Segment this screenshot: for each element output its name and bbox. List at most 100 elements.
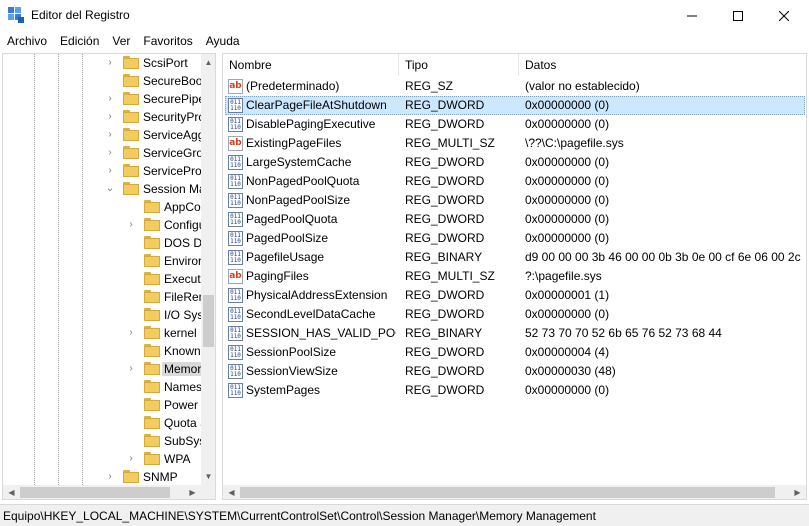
value-row[interactable]: 011 110 SessionViewSize REG_DWORD 0x00000030… <box>223 362 806 381</box>
tree-horizontal-scrollbar[interactable]: ◀ ▶ <box>3 485 201 499</box>
tree-item[interactable]: Power <box>3 396 201 414</box>
close-button[interactable] <box>761 0 807 31</box>
tree-item-label: SecureBoot <box>143 74 201 88</box>
scroll-left-icon[interactable]: ◀ <box>3 485 20 499</box>
tree-item[interactable]: Enviror <box>3 252 201 270</box>
value-data: 0x00000000 (0) <box>525 174 610 188</box>
tree-hscroll-thumb[interactable] <box>20 487 170 498</box>
value-row[interactable]: 011 110 ClearPageFileAtShutdown REG_DWORD 0x… <box>223 96 806 115</box>
value-row[interactable]: 011 110 PagedPoolSize REG_DWORD 0x00000000 (… <box>223 229 806 248</box>
values-list-pane[interactable]: Nombre Tipo Datos ab (Predeterminado) REG_… <box>222 53 807 500</box>
value-row[interactable]: 011 110 DisablePagingExecutive REG_DWORD 0x0… <box>223 115 806 134</box>
list-hscroll-thumb[interactable] <box>240 487 775 498</box>
maximize-button[interactable] <box>715 0 761 31</box>
binary-value-icon: 011 110 <box>228 117 243 132</box>
value-type: REG_DWORD <box>405 155 485 169</box>
value-row[interactable]: 011 110 PagefileUsage REG_BINARY d9 00 00 00… <box>223 248 806 267</box>
column-header-datos[interactable]: Datos <box>519 54 806 76</box>
scroll-right-icon[interactable]: ▶ <box>184 485 201 499</box>
chevron-right-icon <box>126 399 136 411</box>
chevron-right-icon[interactable]: › <box>105 129 115 141</box>
tree-item[interactable]: › SNMP <box>3 468 201 485</box>
tree-item[interactable]: Names <box>3 378 201 396</box>
column-header-nombre[interactable]: Nombre <box>223 54 399 76</box>
folder-icon <box>144 254 160 267</box>
value-type: REG_BINARY <box>405 326 483 340</box>
tree-item[interactable]: Quota S <box>3 414 201 432</box>
tree-item[interactable]: › ServiceGro <box>3 144 201 162</box>
chevron-right-icon[interactable]: › <box>105 147 115 159</box>
value-row[interactable]: 011 110 PagedPoolQuota REG_DWORD 0x00000000 … <box>223 210 806 229</box>
tree-item[interactable]: › SecurePipe <box>3 90 201 108</box>
tree-item[interactable]: AppCo <box>3 198 201 216</box>
value-data: 0x00000000 (0) <box>525 212 610 226</box>
chevron-right-icon[interactable]: › <box>105 165 115 177</box>
tree-item[interactable]: DOS De <box>3 234 201 252</box>
list-horizontal-scrollbar[interactable]: ◀ ▶ <box>223 485 806 499</box>
chevron-down-icon[interactable]: ⌄ <box>105 183 115 195</box>
registry-editor-icon <box>8 7 24 23</box>
folder-icon <box>123 92 139 105</box>
tree-item[interactable]: FileRen <box>3 288 201 306</box>
folder-icon <box>144 218 160 231</box>
value-name: LargeSystemCache <box>246 155 352 169</box>
tree-item[interactable]: › Configu <box>3 216 201 234</box>
binary-value-icon: 011 110 <box>228 345 243 360</box>
key-tree-pane[interactable]: › ScsiPort SecureBoot › SecurePipe › SecurityP… <box>2 53 216 500</box>
value-row[interactable]: ab (Predeterminado) REG_SZ (valor no establ… <box>223 77 806 96</box>
tree-vertical-scrollbar[interactable]: ▲ ▼ <box>201 54 215 485</box>
chevron-right-icon[interactable]: › <box>126 327 136 339</box>
status-bar: Equipo\HKEY_LOCAL_MACHINE\SYSTEM\Current… <box>0 504 809 526</box>
tree-item-label: FileRen <box>164 290 201 304</box>
chevron-right-icon[interactable]: › <box>126 453 136 465</box>
value-row[interactable]: 011110SESSION_HAS_VALID_POO... REG_BINARY… <box>223 324 806 343</box>
scroll-up-icon[interactable]: ▲ <box>201 54 215 71</box>
tree-item[interactable]: › Memor <box>3 360 201 378</box>
scroll-left-icon[interactable]: ◀ <box>223 485 240 499</box>
value-row[interactable]: ab ExistingPageFiles REG_MULTI_SZ \??\C:\pa… <box>223 134 806 153</box>
tree-item[interactable]: › ServiceAgg <box>3 126 201 144</box>
tree-item[interactable]: › ScsiPort <box>3 54 201 72</box>
chevron-right-icon[interactable]: › <box>126 363 136 375</box>
value-row[interactable]: 011 110 LargeSystemCache REG_DWORD 0x0000000… <box>223 153 806 172</box>
menu-ver[interactable]: Ver <box>105 31 136 51</box>
value-type: REG_DWORD <box>405 307 485 321</box>
value-row[interactable]: 011 110 SystemPages REG_DWORD 0x00000000 (0) <box>223 381 806 400</box>
column-header-tipo[interactable]: Tipo <box>399 54 519 76</box>
menu-archivo[interactable]: Archivo <box>0 31 53 51</box>
tree-item[interactable]: › SecurityPro <box>3 108 201 126</box>
chevron-right-icon[interactable]: › <box>105 111 115 123</box>
tree-item[interactable]: Known <box>3 342 201 360</box>
value-row[interactable]: 011 110 SessionPoolSize REG_DWORD 0x00000004… <box>223 343 806 362</box>
minimize-button[interactable] <box>669 0 715 31</box>
tree-item[interactable]: › ServiceProv <box>3 162 201 180</box>
binary-value-icon: 011 110 <box>228 307 243 322</box>
value-data: 0x00000000 (0) <box>525 117 610 131</box>
scroll-down-icon[interactable]: ▼ <box>201 468 215 485</box>
menu-favoritos[interactable]: Favoritos <box>136 31 198 51</box>
chevron-right-icon[interactable]: › <box>105 57 115 69</box>
tree-item[interactable]: › WPA <box>3 450 201 468</box>
scroll-right-icon[interactable]: ▶ <box>789 485 806 499</box>
tree-scroll-thumb[interactable] <box>203 295 214 347</box>
value-name: PagedPoolQuota <box>246 212 338 226</box>
tree-item[interactable]: SecureBoot <box>3 72 201 90</box>
binary-value-icon: 011 110 <box>228 288 243 303</box>
value-row[interactable]: 011 110 SecondLevelDataCache REG_DWORD 0x000… <box>223 305 806 324</box>
menu-edicion[interactable]: Edición <box>53 31 105 51</box>
tree-item[interactable]: Executi <box>3 270 201 288</box>
chevron-right-icon[interactable]: › <box>105 471 115 483</box>
tree-item[interactable]: ⌄ Session Ma <box>3 180 201 198</box>
chevron-right-icon[interactable]: › <box>126 219 136 231</box>
tree-item[interactable]: › kernel <box>3 324 201 342</box>
tree-item[interactable]: SubSyst <box>3 432 201 450</box>
value-row[interactable]: 011 110 NonPagedPoolQuota REG_DWORD 0x000000… <box>223 172 806 191</box>
binary-value-icon: 011 110 <box>228 193 243 208</box>
menu-ayuda[interactable]: Ayuda <box>199 31 246 51</box>
value-row[interactable]: 011 110 NonPagedPoolSize REG_DWORD 0x0000000… <box>223 191 806 210</box>
value-row[interactable]: ab PagingFiles REG_MULTI_SZ ?:\pagefile.sys <box>223 267 806 286</box>
value-row[interactable]: 011 110 PhysicalAddressExtension REG_DWORD 0… <box>223 286 806 305</box>
chevron-right-icon[interactable]: › <box>105 93 115 105</box>
title-bar[interactable]: Editor del Registro <box>0 0 809 31</box>
tree-item[interactable]: I/O Syst <box>3 306 201 324</box>
